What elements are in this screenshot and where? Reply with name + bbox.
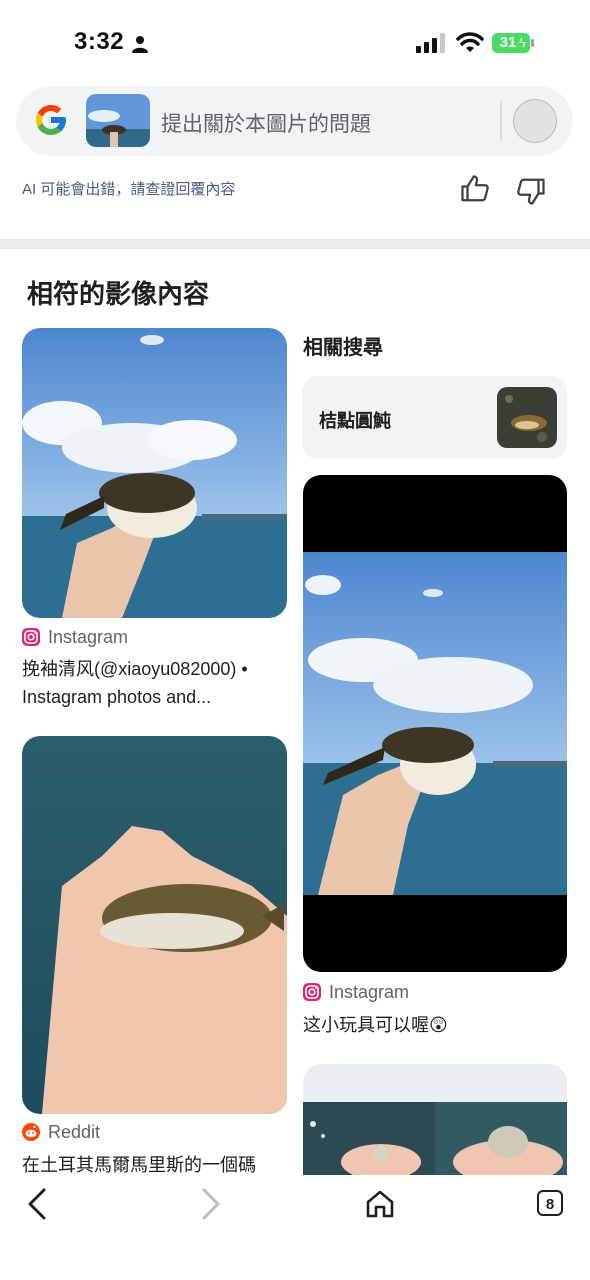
search-divider (500, 101, 502, 141)
avatar[interactable] (513, 99, 557, 143)
related-searches-title: 相關搜尋 (303, 337, 383, 359)
forward-icon[interactable] (194, 1186, 226, 1222)
query-image-thumbnail[interactable] (86, 94, 150, 147)
result-title[interactable]: 挽袖清风(@xiaoyu082000) • Instagram photos a… (22, 655, 292, 711)
status-time: 3:32 (74, 28, 125, 55)
thumbs-up-icon[interactable] (460, 174, 490, 204)
related-search-label: 桔點圓魨 (319, 411, 391, 431)
result-title-line: 挽袖清风(@xiaoyu082000) • (22, 659, 248, 679)
battery-icon: 31 ϟ (492, 33, 536, 53)
result-image-1[interactable] (22, 328, 287, 618)
result-title[interactable]: 这小玩具可以喔😲 (303, 1011, 573, 1039)
section-separator (0, 239, 590, 249)
cellular-signal-icon (416, 33, 445, 53)
battery-level: 31 (499, 34, 517, 51)
google-logo-icon (36, 105, 66, 135)
search-placeholder[interactable]: 提出關於本圖片的問題 (161, 108, 371, 138)
tab-count-button[interactable]: 8 (537, 1190, 563, 1216)
back-icon[interactable] (22, 1186, 54, 1222)
result-image-3[interactable] (303, 475, 567, 972)
ai-disclaimer: AI 可能會出錯，請查證回覆內容 (22, 181, 236, 198)
result-title-line: Instagram photos and... (22, 687, 212, 707)
person-icon (132, 36, 148, 53)
reddit-icon (22, 1123, 40, 1141)
related-search-thumbnail (497, 387, 557, 448)
section-title: 相符的影像內容 (27, 279, 210, 309)
wifi-icon (456, 32, 484, 52)
bottom-navigation (0, 1175, 590, 1280)
result-image-2[interactable] (22, 736, 287, 1114)
result-source: Instagram (48, 627, 129, 647)
result-source: Reddit (48, 1122, 101, 1142)
home-icon[interactable] (364, 1188, 396, 1220)
instagram-icon (22, 628, 40, 646)
thumbs-down-icon[interactable] (516, 176, 546, 206)
instagram-icon (303, 983, 321, 1001)
result-source: Instagram (329, 982, 410, 1002)
